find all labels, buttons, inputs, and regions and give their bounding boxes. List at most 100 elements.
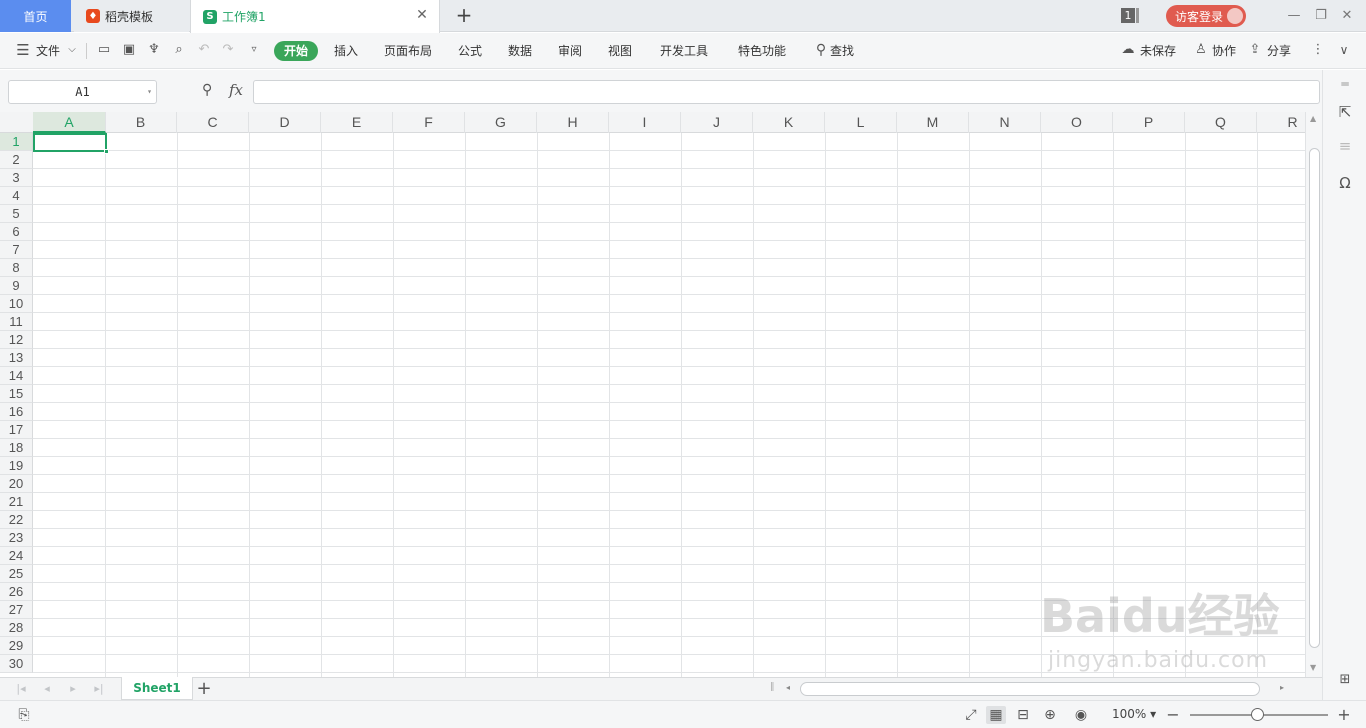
tab-page-layout[interactable]: 页面布局	[384, 41, 432, 61]
unsaved-status[interactable]: 未保存	[1140, 41, 1176, 61]
search-icon[interactable]: ⚲	[813, 42, 829, 58]
horizontal-scroll-thumb[interactable]	[800, 682, 1260, 696]
column-header-Q[interactable]: Q	[1185, 112, 1257, 133]
fullscreen-icon[interactable]: ⤢	[961, 706, 981, 724]
zoom-level[interactable]: 100% ▾	[1112, 707, 1156, 721]
tab-template[interactable]: ♦ 稻壳模板	[74, 0, 189, 32]
scroll-split-handle[interactable]: ‖	[770, 682, 775, 692]
customize-toolbar-icon[interactable]: ▿	[246, 42, 262, 58]
column-header-M[interactable]: M	[897, 112, 969, 133]
format-painter-icon[interactable]: ♆	[146, 42, 162, 58]
symbol-omega-icon[interactable]: Ω	[1335, 173, 1355, 193]
row-header-25[interactable]: 25	[0, 565, 33, 583]
row-header-3[interactable]: 3	[0, 169, 33, 187]
open-folder-icon[interactable]: ▭	[96, 42, 112, 58]
tab-home[interactable]: 首页	[0, 0, 71, 32]
vertical-scroll-thumb[interactable]	[1309, 148, 1320, 648]
more-icon[interactable]: ⋮	[1310, 42, 1326, 58]
row-header-23[interactable]: 23	[0, 529, 33, 547]
login-button[interactable]: 访客登录	[1166, 5, 1246, 27]
prev-sheet-icon[interactable]: ◂	[40, 681, 54, 697]
row-header-10[interactable]: 10	[0, 295, 33, 313]
tab-start[interactable]: 开始	[274, 41, 319, 61]
fill-handle[interactable]	[104, 149, 109, 154]
fx-icon[interactable]: fx	[229, 81, 243, 99]
row-header-22[interactable]: 22	[0, 511, 33, 529]
column-header-E[interactable]: E	[321, 112, 393, 133]
scroll-right-icon[interactable]: ▸	[1280, 683, 1284, 692]
zoom-in-icon[interactable]: +	[1334, 706, 1354, 724]
scroll-up-icon[interactable]: ▲	[1310, 114, 1316, 123]
tab-view[interactable]: 视图	[608, 41, 632, 61]
row-header-11[interactable]: 11	[0, 313, 33, 331]
row-header-29[interactable]: 29	[0, 637, 33, 655]
undo-icon[interactable]: ↶	[196, 42, 212, 58]
doc-count-badge[interactable]: 1	[1121, 8, 1135, 23]
column-header-I[interactable]: I	[609, 112, 681, 133]
zoom-out-icon[interactable]: −	[1163, 706, 1183, 724]
row-header-7[interactable]: 7	[0, 241, 33, 259]
column-header-D[interactable]: D	[249, 112, 321, 133]
page-layout-view-icon[interactable]: ⊕	[1040, 706, 1060, 724]
close-window-icon[interactable]: ✕	[1338, 7, 1356, 25]
column-header-P[interactable]: P	[1113, 112, 1185, 133]
row-header-16[interactable]: 16	[0, 403, 33, 421]
name-box-dropdown-icon[interactable]: ▾	[147, 81, 152, 103]
row-header-8[interactable]: 8	[0, 259, 33, 277]
row-header-24[interactable]: 24	[0, 547, 33, 565]
tab-data[interactable]: 数据	[508, 41, 532, 61]
eye-protection-icon[interactable]: ◉	[1071, 706, 1091, 724]
tab-special-features[interactable]: 特色功能	[738, 41, 786, 61]
scroll-left-icon[interactable]: ◂	[786, 683, 790, 692]
sheet-tab-sheet1[interactable]: Sheet1	[121, 677, 193, 700]
next-sheet-icon[interactable]: ▸	[66, 681, 80, 697]
add-sheet-icon[interactable]: +	[196, 679, 212, 699]
column-header-C[interactable]: C	[177, 112, 249, 133]
row-header-9[interactable]: 9	[0, 277, 33, 295]
scroll-down-icon[interactable]: ▼	[1310, 663, 1316, 672]
zoom-slider-knob[interactable]	[1251, 708, 1264, 721]
print-preview-icon[interactable]: ⌕	[171, 42, 187, 58]
close-tab-icon[interactable]: ✕	[415, 8, 429, 22]
tab-formulas[interactable]: 公式	[458, 41, 482, 61]
sidebar-toggle-icon[interactable]: ═	[1335, 74, 1355, 94]
column-header-N[interactable]: N	[969, 112, 1041, 133]
file-menu[interactable]: 文件	[36, 41, 60, 61]
macro-record-icon[interactable]: ⎘	[14, 706, 34, 724]
row-header-15[interactable]: 15	[0, 385, 33, 403]
column-header-B[interactable]: B	[105, 112, 177, 133]
row-header-26[interactable]: 26	[0, 583, 33, 601]
row-header-30[interactable]: 30	[0, 655, 33, 673]
restore-icon[interactable]: ❐	[1312, 7, 1330, 25]
row-header-6[interactable]: 6	[0, 223, 33, 241]
formula-input[interactable]	[253, 80, 1320, 104]
row-header-21[interactable]: 21	[0, 493, 33, 511]
tab-review[interactable]: 审阅	[558, 41, 582, 61]
vertical-scrollbar[interactable]: ▲ ▼	[1305, 112, 1322, 677]
minimize-icon[interactable]: —	[1285, 7, 1303, 25]
spreadsheet-grid[interactable]: ABCDEFGHIJKLMNOPQR 1 2 3 4 5 6 7 8 9 10 11 12 13 14 15…	[0, 112, 1305, 677]
column-header-G[interactable]: G	[465, 112, 537, 133]
normal-view-icon[interactable]: ▦	[986, 706, 1006, 724]
redo-icon[interactable]: ↷	[220, 42, 236, 58]
column-header-K[interactable]: K	[753, 112, 825, 133]
row-header-4[interactable]: 4	[0, 187, 33, 205]
row-header-13[interactable]: 13	[0, 349, 33, 367]
name-box[interactable]: A1 ▾	[8, 80, 157, 104]
column-header-J[interactable]: J	[681, 112, 753, 133]
search-button[interactable]: 查找	[830, 41, 854, 61]
last-sheet-icon[interactable]: ▸|	[92, 681, 106, 697]
row-header-12[interactable]: 12	[0, 331, 33, 349]
tab-developer[interactable]: 开发工具	[660, 41, 708, 61]
row-header-18[interactable]: 18	[0, 439, 33, 457]
select-pointer-icon[interactable]: ⇱	[1335, 102, 1355, 122]
collaborate-button[interactable]: 协作	[1212, 41, 1236, 61]
apps-grid-icon[interactable]: ⊞	[1335, 670, 1355, 690]
column-header-O[interactable]: O	[1041, 112, 1113, 133]
row-header-20[interactable]: 20	[0, 475, 33, 493]
hamburger-icon[interactable]: ☰	[14, 42, 32, 58]
row-header-17[interactable]: 17	[0, 421, 33, 439]
zoom-formula-icon[interactable]: ⚲	[202, 82, 220, 100]
row-header-27[interactable]: 27	[0, 601, 33, 619]
chevron-down-icon[interactable]: ⌵	[64, 42, 80, 58]
